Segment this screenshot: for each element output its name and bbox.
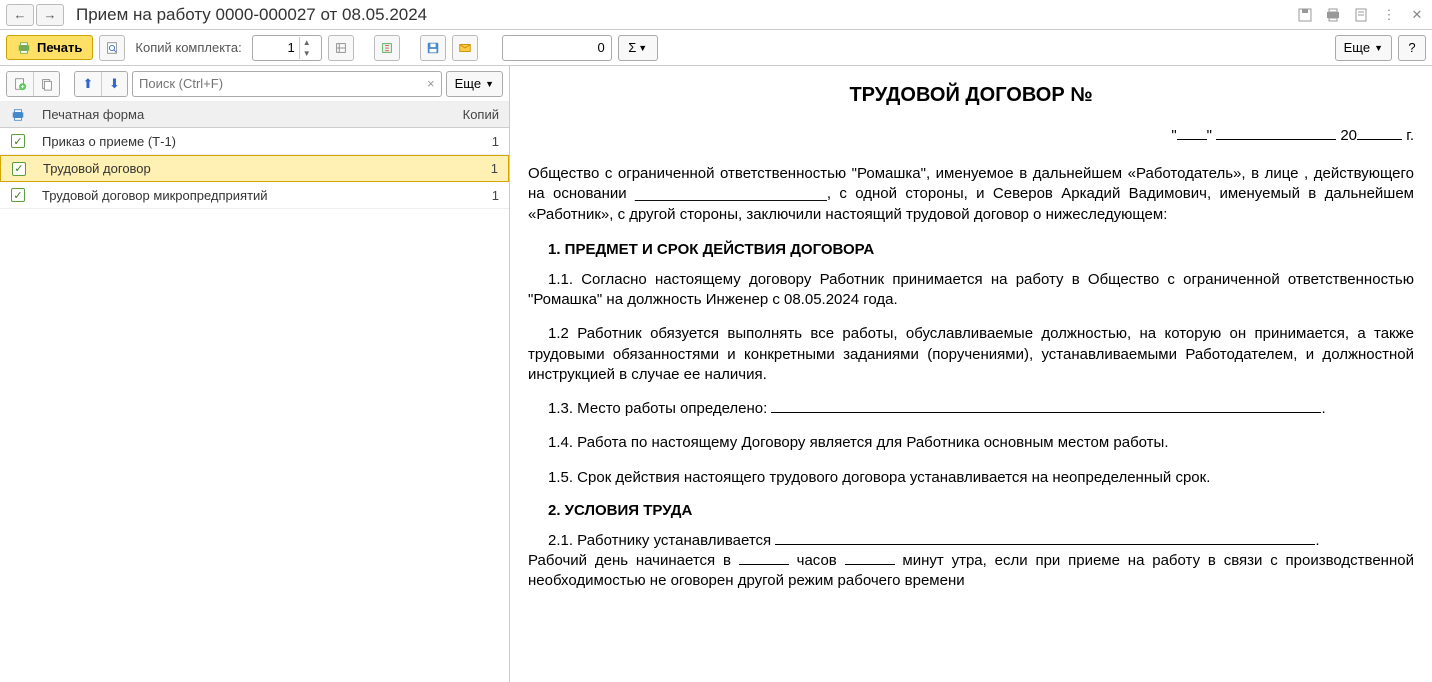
nav-back-button[interactable]: ← [6, 4, 34, 26]
row-copies: 1 [447, 188, 509, 203]
clause-2-1: 2.1. Работнику устанавливается . Рабочий… [528, 531, 1414, 592]
table-row[interactable]: ✓ Трудовой договор микропредприятий1 [0, 182, 509, 209]
row-name: Приказ о приеме (Т-1) [36, 134, 447, 149]
table-row[interactable]: ✓ Трудовой договор1 [0, 155, 509, 182]
check-icon[interactable]: ✓ [11, 134, 25, 148]
clause-1-3: 1.3. Место работы определено: . [528, 399, 1414, 419]
spin-up-icon[interactable]: ▲ [300, 37, 314, 48]
printer-icon [17, 41, 31, 55]
sigma-button[interactable]: Σ▼ [618, 35, 658, 61]
row-copies: 1 [446, 161, 508, 176]
report-icon[interactable] [1352, 6, 1370, 24]
section-1: 1. ПРЕДМЕТ И СРОК ДЕЙСТВИЯ ДОГОВОРА [528, 241, 1414, 258]
left-more-button[interactable]: Еще▼ [446, 71, 503, 97]
toolbar: Печать Копий комплекта: ▲▼ 0 Σ▼ Еще▼ ? [0, 30, 1432, 66]
save-draft-icon[interactable] [1296, 6, 1314, 24]
document-preview[interactable]: ТРУДОВОЙ ДОГОВОР № "" 20 г. Общество с о… [510, 66, 1432, 682]
print-column-icon[interactable] [0, 108, 36, 122]
print-header-icon[interactable] [1324, 6, 1342, 24]
doc-title: ТРУДОВОЙ ДОГОВОР № [528, 84, 1414, 107]
collate-button[interactable] [328, 35, 354, 61]
search-box[interactable]: × [132, 71, 442, 97]
mail-button[interactable] [452, 35, 478, 61]
close-icon[interactable]: ✕ [1408, 6, 1426, 24]
move-down-button[interactable]: ⬇ [101, 72, 127, 96]
table-row[interactable]: ✓ Приказ о приеме (Т-1)1 [0, 128, 509, 155]
new-item-button[interactable] [7, 72, 33, 96]
save-button[interactable] [420, 35, 446, 61]
row-name: Трудовой договор [37, 161, 446, 176]
check-icon[interactable]: ✓ [12, 162, 26, 176]
copy-item-button[interactable] [33, 72, 59, 96]
spin-down-icon[interactable]: ▼ [300, 48, 314, 59]
kebab-icon[interactable]: ⋮ [1380, 6, 1398, 24]
copies-spinner[interactable]: ▲▼ [252, 35, 322, 61]
name-column-header[interactable]: Печатная форма [36, 107, 447, 122]
print-button-label: Печать [37, 40, 82, 55]
window-title: Прием на работу 0000-000027 от 08.05.202… [76, 5, 1296, 25]
check-icon[interactable]: ✓ [11, 188, 25, 202]
table-header: Печатная форма Копий [0, 102, 509, 128]
copies-input[interactable] [253, 40, 299, 55]
search-input[interactable] [133, 76, 421, 91]
clause-1-2: 1.2 Работник обязуется выполнять все раб… [528, 324, 1414, 385]
move-up-button[interactable]: ⬆ [75, 72, 101, 96]
titlebar: ← → Прием на работу 0000-000027 от 08.05… [0, 0, 1432, 30]
forms-panel: ⬆ ⬇ × Еще▼ Печатная форма Копий ✓ Приказ … [0, 66, 510, 682]
copies-label: Копий комплекта: [135, 40, 241, 55]
copies-column-header[interactable]: Копий [447, 107, 509, 122]
row-name: Трудовой договор микропредприятий [36, 188, 447, 203]
clear-search-icon[interactable]: × [421, 76, 441, 91]
doc-date: "" 20 г. [528, 127, 1414, 144]
row-copies: 1 [447, 134, 509, 149]
nav-forward-button[interactable]: → [36, 4, 64, 26]
clause-1-5: 1.5. Срок действия настоящего трудового … [528, 468, 1414, 488]
doc-intro: Общество с ограниченной ответственностью… [528, 164, 1414, 225]
clause-1-4: 1.4. Работа по настоящему Договору являе… [528, 433, 1414, 453]
export-button[interactable] [374, 35, 400, 61]
counter-display: 0 [502, 35, 612, 61]
help-button[interactable]: ? [1398, 35, 1426, 61]
section-2: 2. УСЛОВИЯ ТРУДА [528, 502, 1414, 519]
clause-1-1: 1.1. Согласно настоящему договору Работн… [528, 270, 1414, 311]
print-button[interactable]: Печать [6, 35, 93, 60]
more-button[interactable]: Еще▼ [1335, 35, 1392, 61]
preview-button[interactable] [99, 35, 125, 61]
